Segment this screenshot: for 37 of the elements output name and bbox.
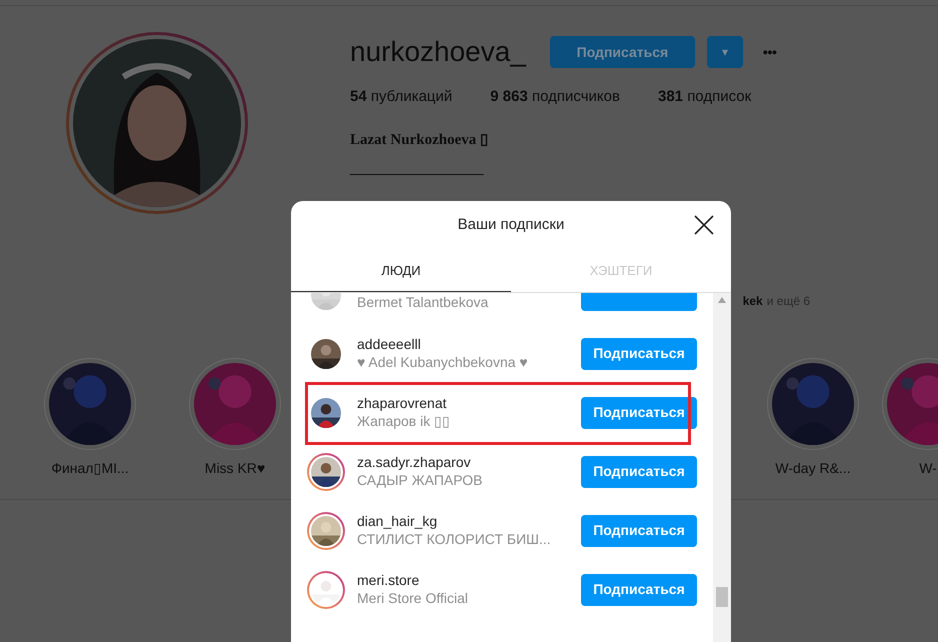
dialog-tab[interactable]: ХЭШТЕГИ xyxy=(511,250,731,292)
profile-stat[interactable]: 381 подписок xyxy=(658,86,752,108)
profile-stat[interactable]: 54 публикаций xyxy=(350,86,452,108)
dialog-title: Ваши подписки xyxy=(458,215,564,236)
profile-stat[interactable]: 9 863 подписчиков xyxy=(490,86,620,108)
highlight-label[interactable]: W- xyxy=(919,458,937,478)
profile-username: nurkozhoeva_ xyxy=(350,35,526,69)
profile-full-name: Lazat Nurkozhoeva ▯ xyxy=(350,130,489,150)
username[interactable]: meri.store xyxy=(357,572,569,590)
full-name: Meri Store Official xyxy=(357,590,469,607)
scroll-thumb[interactable] xyxy=(716,587,728,607)
highlight-label[interactable]: Miss KR♥ xyxy=(204,458,266,478)
full-name: САДЫР ЖАПАРОВ xyxy=(357,472,484,489)
scrollbar[interactable] xyxy=(713,293,731,642)
username[interactable]: zhaparovrenat xyxy=(357,395,569,412)
full-name: Bermet Talantbekova xyxy=(357,294,490,312)
highlight-label[interactable]: Финал▯MI... xyxy=(51,458,129,478)
full-name: Жапаров ik ▯▯ xyxy=(357,412,452,430)
username[interactable]: dian_hair_kg xyxy=(357,513,569,530)
follower-name[interactable]: kek xyxy=(742,292,763,310)
dropdown-button[interactable]: ▾ xyxy=(706,36,743,68)
follow-button[interactable]: Подписаться xyxy=(550,36,695,68)
follow-button[interactable]: Подписаться xyxy=(581,456,697,488)
follow-button[interactable]: Подписаться xyxy=(581,514,697,546)
full-name: ♥ Adel Kubanychbekovna ♥ xyxy=(357,354,529,371)
highlight-label[interactable]: W-day R&... xyxy=(775,458,851,478)
follow-button[interactable]: Подписаться xyxy=(581,396,697,428)
more-options-button[interactable]: ••• xyxy=(762,42,777,62)
scroll-up-icon[interactable] xyxy=(718,297,726,303)
close-icon[interactable] xyxy=(693,214,715,236)
bio-text: ________________ xyxy=(350,158,485,178)
follow-button[interactable]: Подписаться xyxy=(581,574,697,606)
full-name: СТИЛИСТ КОЛОРИСТ БИШ... xyxy=(357,530,552,548)
dialog-tab[interactable]: ЛЮДИ xyxy=(291,250,511,292)
follow-button[interactable]: Подписаться xyxy=(581,338,697,370)
username[interactable]: za.sadyr.zhaparov xyxy=(357,454,569,472)
username[interactable]: addeeeelll xyxy=(357,336,569,354)
